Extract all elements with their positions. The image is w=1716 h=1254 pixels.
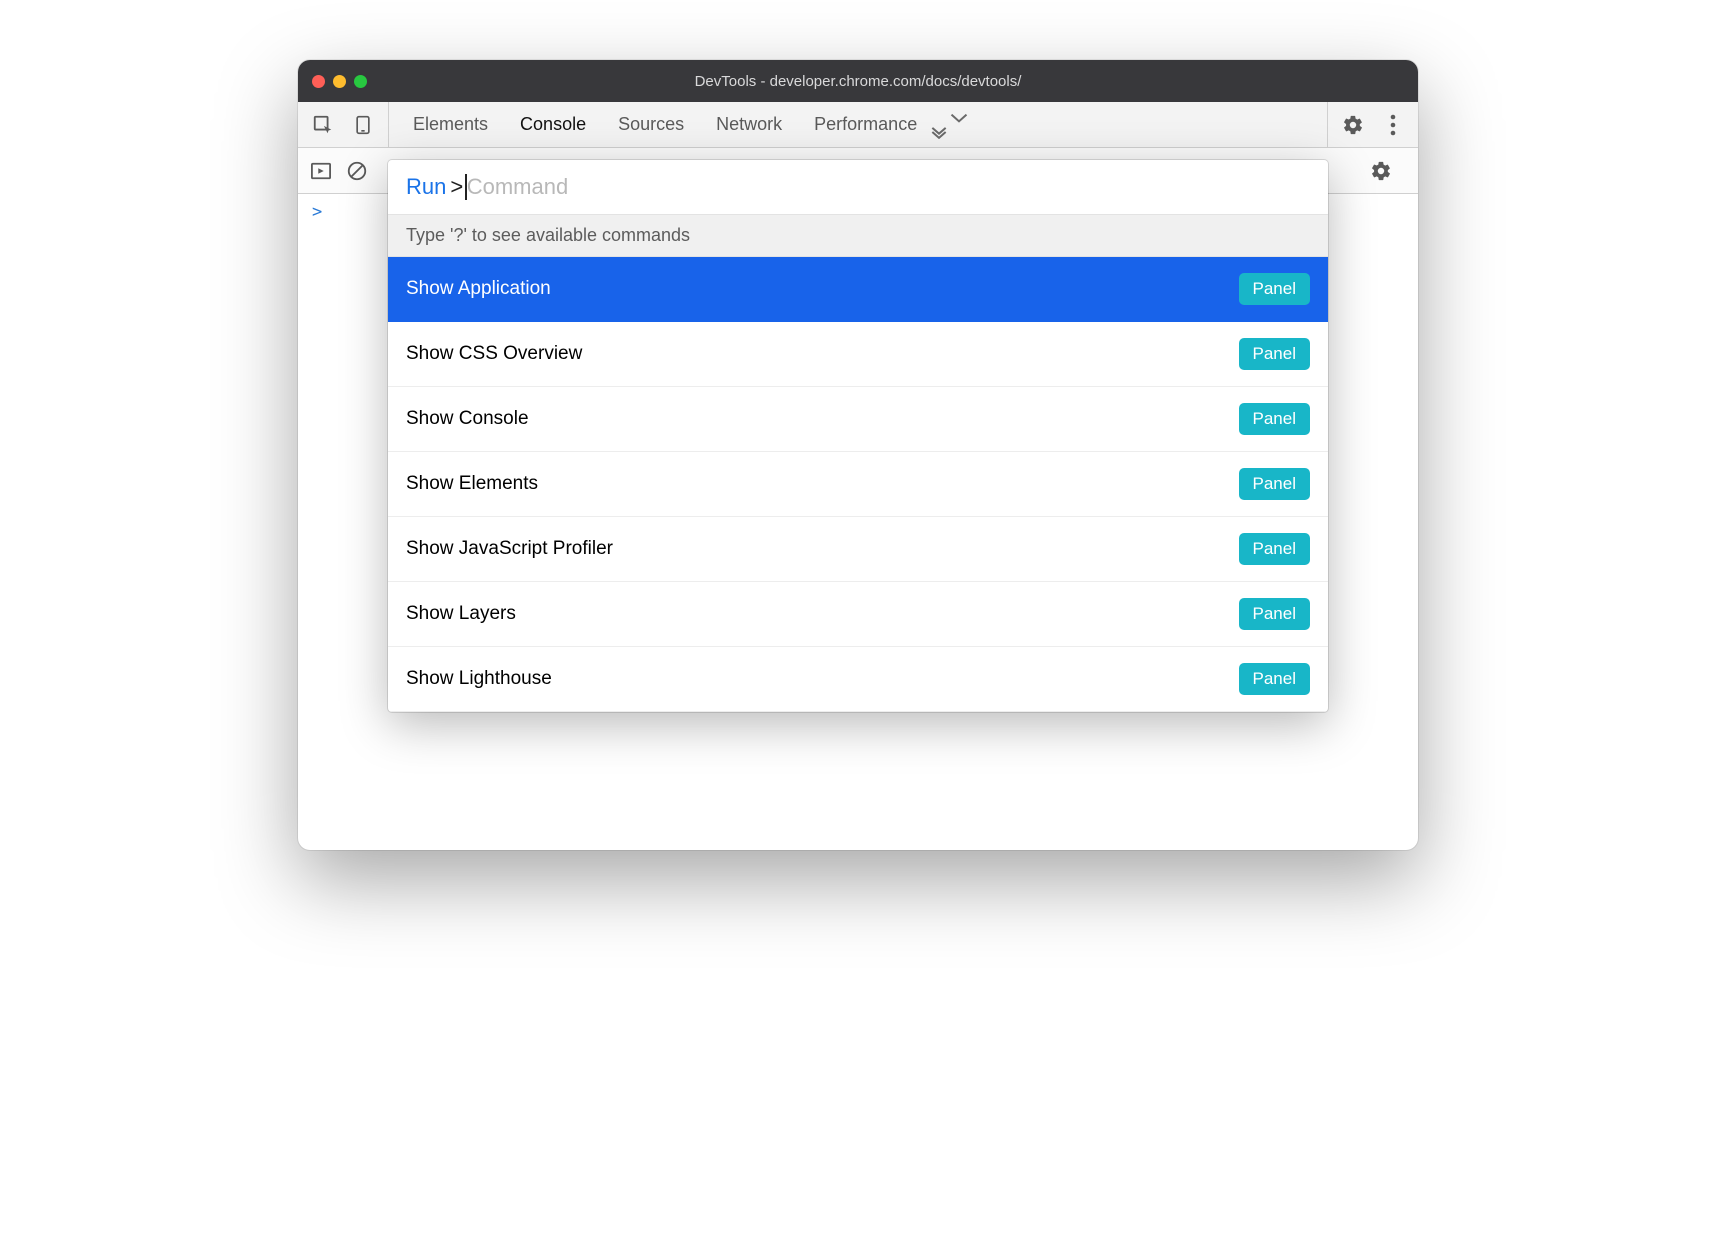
- command-item-badge: Panel: [1239, 598, 1310, 630]
- command-item-label: Show Layers: [406, 603, 1239, 625]
- command-menu-list: Show Application Panel Show CSS Overview…: [388, 257, 1328, 712]
- command-menu-prefix: Run: [406, 174, 446, 200]
- command-menu: Run > Command Type '?' to see available …: [388, 160, 1328, 712]
- tab-console[interactable]: Console: [520, 114, 586, 135]
- command-item-badge: Panel: [1239, 403, 1310, 435]
- command-item-show-javascript-profiler[interactable]: Show JavaScript Profiler Panel: [388, 517, 1328, 582]
- tab-sources[interactable]: Sources: [618, 114, 684, 135]
- more-tabs-icon[interactable]: [949, 111, 969, 139]
- command-item-badge: Panel: [1239, 663, 1310, 695]
- command-item-show-elements[interactable]: Show Elements Panel: [388, 452, 1328, 517]
- minimize-window-button[interactable]: [333, 75, 346, 88]
- command-item-show-console[interactable]: Show Console Panel: [388, 387, 1328, 452]
- command-menu-placeholder: Command: [467, 174, 568, 200]
- command-menu-hint: Type '?' to see available commands: [388, 214, 1328, 257]
- console-prompt-chevron: >: [312, 202, 322, 222]
- titlebar: DevTools - developer.chrome.com/docs/dev…: [298, 60, 1418, 102]
- more-menu-icon[interactable]: [1382, 114, 1404, 136]
- command-item-badge: Panel: [1239, 468, 1310, 500]
- maximize-window-button[interactable]: [354, 75, 367, 88]
- device-toolbar-icon[interactable]: [352, 114, 374, 136]
- tab-elements[interactable]: Elements: [413, 114, 488, 135]
- command-menu-symbol: >: [450, 174, 463, 200]
- command-menu-input[interactable]: Run > Command: [388, 160, 1328, 214]
- clear-console-icon[interactable]: [346, 160, 368, 182]
- command-item-label: Show Console: [406, 408, 1239, 430]
- traffic-lights: [312, 75, 367, 88]
- command-item-label: Show Application: [406, 278, 1239, 300]
- command-item-label: Show JavaScript Profiler: [406, 538, 1239, 560]
- command-item-badge: Panel: [1239, 533, 1310, 565]
- close-window-button[interactable]: [312, 75, 325, 88]
- command-item-show-css-overview[interactable]: Show CSS Overview Panel: [388, 322, 1328, 387]
- inspect-element-icon[interactable]: [312, 114, 334, 136]
- command-item-label: Show Lighthouse: [406, 668, 1239, 690]
- command-item-show-application[interactable]: Show Application Panel: [388, 257, 1328, 322]
- tab-performance[interactable]: Performance: [814, 114, 917, 135]
- settings-gear-icon[interactable]: [1342, 114, 1364, 136]
- command-item-show-layers[interactable]: Show Layers Panel: [388, 582, 1328, 647]
- command-item-badge: Panel: [1239, 273, 1310, 305]
- console-settings-gear-icon[interactable]: [1370, 160, 1392, 182]
- command-item-label: Show Elements: [406, 473, 1239, 495]
- command-item-badge: Panel: [1239, 338, 1310, 370]
- command-item-label: Show CSS Overview: [406, 343, 1239, 365]
- main-tabbar: Elements Console Sources Network Perform…: [298, 102, 1418, 148]
- devtools-window: DevTools - developer.chrome.com/docs/dev…: [298, 60, 1418, 850]
- command-item-show-lighthouse[interactable]: Show Lighthouse Panel: [388, 647, 1328, 712]
- window-title: DevTools - developer.chrome.com/docs/dev…: [298, 73, 1418, 90]
- tab-network[interactable]: Network: [716, 114, 782, 135]
- toggle-sidebar-icon[interactable]: [310, 160, 332, 182]
- tab-list: Elements Console Sources Network Perform…: [389, 102, 1327, 147]
